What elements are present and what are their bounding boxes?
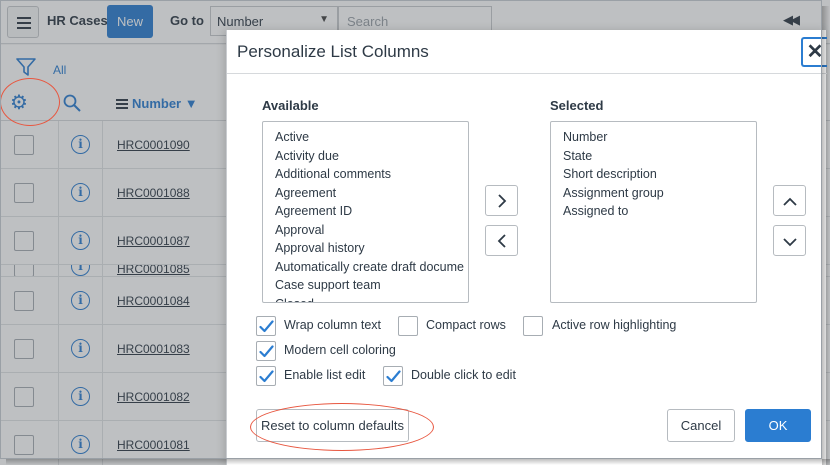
available-label: Available <box>262 98 319 113</box>
chevron-down-icon <box>783 238 797 247</box>
option-label[interactable]: Double click to edit <box>411 368 516 382</box>
list-item[interactable]: Assigned to <box>563 202 756 221</box>
list-item[interactable]: Closed <box>275 295 468 303</box>
option-checkbox[interactable] <box>256 341 276 361</box>
chevron-up-icon <box>783 197 797 206</box>
dialog-title: Personalize List Columns <box>237 42 429 61</box>
option-checkbox[interactable] <box>256 366 276 386</box>
list-item[interactable]: Active <box>275 128 468 147</box>
option-checkbox[interactable] <box>523 316 543 336</box>
list-item[interactable]: State <box>563 147 756 166</box>
personalize-columns-dialog: Personalize List Columns ✕ Available Sel… <box>226 30 827 465</box>
remove-column-button[interactable] <box>485 225 518 256</box>
checkmark-icon <box>259 345 274 358</box>
list-item[interactable]: Agreement <box>275 184 468 203</box>
annotation-circle <box>250 403 434 451</box>
add-column-button[interactable] <box>485 185 518 216</box>
list-item[interactable]: Approval history <box>275 239 468 258</box>
screenshot-shadow <box>822 6 830 465</box>
chevron-right-icon <box>498 194 507 208</box>
ok-button[interactable]: OK <box>745 409 811 442</box>
list-item[interactable]: Number <box>563 128 756 147</box>
option-label[interactable]: Compact rows <box>426 318 506 332</box>
available-columns-list[interactable]: Active Activity due Additional comments Agr… <box>262 121 469 303</box>
selected-columns-list[interactable]: Number State Short description Assignment g… <box>550 121 757 303</box>
option-label[interactable]: Modern cell coloring <box>284 343 396 357</box>
list-item[interactable]: Agreement ID <box>275 202 468 221</box>
option-checkbox[interactable] <box>398 316 418 336</box>
option-label[interactable]: Active row highlighting <box>552 318 676 332</box>
list-item[interactable]: Approval <box>275 221 468 240</box>
list-item[interactable]: Automatically create draft docume <box>275 258 468 277</box>
option-checkbox[interactable] <box>256 316 276 336</box>
list-item[interactable]: Case support team <box>275 276 468 295</box>
list-item[interactable]: Assignment group <box>563 184 756 203</box>
screen: HR Cases New Go to Number ▼ Search ◀◀ Al… <box>0 0 830 465</box>
checkmark-icon <box>386 370 401 383</box>
option-label[interactable]: Wrap column text <box>284 318 381 332</box>
list-item[interactable]: Additional comments <box>275 165 468 184</box>
chevron-left-icon <box>497 234 506 248</box>
selected-label: Selected <box>550 98 604 113</box>
move-up-button[interactable] <box>773 185 806 216</box>
checkmark-icon <box>259 320 274 333</box>
move-down-button[interactable] <box>773 225 806 256</box>
option-label[interactable]: Enable list edit <box>284 368 365 382</box>
dialog-header: Personalize List Columns ✕ <box>227 30 827 74</box>
annotation-circle <box>0 78 60 126</box>
checkmark-icon <box>259 370 274 383</box>
screenshot-shadow <box>6 459 830 465</box>
list-item[interactable]: Activity due <box>275 147 468 166</box>
list-item[interactable]: Short description <box>563 165 756 184</box>
option-checkbox[interactable] <box>383 366 403 386</box>
cancel-button[interactable]: Cancel <box>667 409 735 442</box>
